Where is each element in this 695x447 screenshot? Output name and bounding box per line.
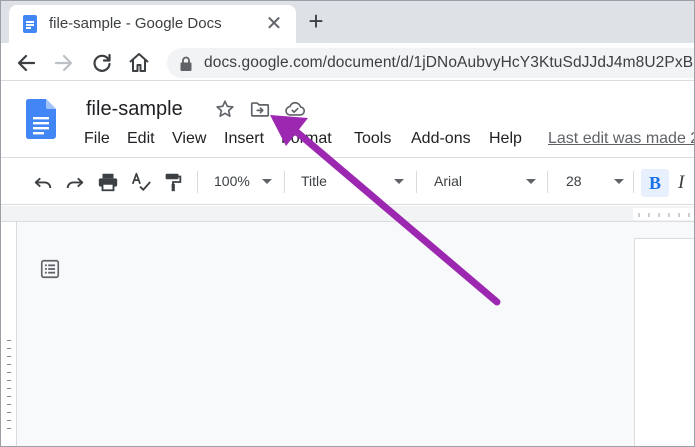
tab-title: file-sample - Google Docs <box>49 15 222 32</box>
url-text: docs.google.com/document/d/1jDNoAubvyHcY… <box>204 54 694 71</box>
move-to-folder-icon[interactable] <box>249 98 271 120</box>
document-outline-icon[interactable] <box>39 258 61 285</box>
paint-format-icon[interactable] <box>162 171 184 193</box>
new-tab-button[interactable]: + <box>301 7 331 37</box>
zoom-select[interactable]: 100% <box>214 173 250 189</box>
toolbar-divider <box>197 171 198 193</box>
undo-icon[interactable] <box>32 171 54 193</box>
browser-tab[interactable]: file-sample - Google Docs ✕ <box>9 5 296 43</box>
toolbar-divider <box>284 171 285 193</box>
editing-toolbar: 100% Title Arial 28 B I <box>1 159 694 205</box>
document-page[interactable] <box>634 238 694 446</box>
print-icon[interactable] <box>97 171 119 193</box>
menu-help[interactable]: Help <box>489 130 522 148</box>
document-canvas <box>1 222 694 446</box>
cloud-status-icon[interactable] <box>284 98 306 120</box>
close-icon[interactable]: ✕ <box>263 13 285 35</box>
menu-edit[interactable]: Edit <box>127 130 155 148</box>
home-icon[interactable] <box>125 49 153 77</box>
horizontal-ruler[interactable] <box>1 206 694 222</box>
document-title[interactable]: file-sample <box>86 98 183 121</box>
toolbar-divider <box>547 171 548 193</box>
chevron-down-icon[interactable] <box>526 179 536 184</box>
menu-file[interactable]: File <box>84 130 110 148</box>
spellcheck-icon[interactable] <box>130 171 152 193</box>
forward-icon[interactable] <box>50 49 78 77</box>
style-select[interactable]: Title <box>301 173 327 189</box>
browser-toolbar: docs.google.com/document/d/1jDNoAubvyHcY… <box>1 43 694 81</box>
toolbar-divider <box>633 171 634 193</box>
font-size-select[interactable]: 28 <box>566 173 582 189</box>
back-icon[interactable] <box>12 49 40 77</box>
menu-add-ons[interactable]: Add-ons <box>411 130 471 148</box>
docs-logo-icon[interactable] <box>25 99 56 144</box>
menu-tools[interactable]: Tools <box>354 130 391 148</box>
chevron-down-icon[interactable] <box>614 179 624 184</box>
reload-icon[interactable] <box>88 49 116 77</box>
docs-favicon-icon <box>23 15 37 33</box>
menu-view[interactable]: View <box>172 130 206 148</box>
address-bar[interactable]: docs.google.com/document/d/1jDNoAubvyHcY… <box>167 48 694 78</box>
font-select[interactable]: Arial <box>434 173 462 189</box>
bold-button[interactable]: B <box>641 169 669 197</box>
screenshot-frame: file-sample - Google Docs ✕ + docs.googl… <box>0 0 695 447</box>
lock-icon[interactable] <box>179 56 193 77</box>
toolbar-divider <box>416 171 417 193</box>
chevron-down-icon[interactable] <box>394 179 404 184</box>
menu-insert[interactable]: Insert <box>224 130 264 148</box>
chevron-down-icon[interactable] <box>262 179 272 184</box>
last-edit-link[interactable]: Last edit was made 2 minutes ago <box>548 130 694 148</box>
ruler-page-area <box>633 208 694 220</box>
star-icon[interactable] <box>214 98 236 120</box>
docs-header: file-sample File Edit View Insert Format… <box>1 82 694 158</box>
redo-icon[interactable] <box>64 171 86 193</box>
vertical-ruler[interactable] <box>1 222 17 446</box>
menu-format[interactable]: Format <box>281 130 332 148</box>
italic-button[interactable]: I <box>678 169 694 197</box>
browser-tab-strip: file-sample - Google Docs ✕ + <box>1 1 694 43</box>
